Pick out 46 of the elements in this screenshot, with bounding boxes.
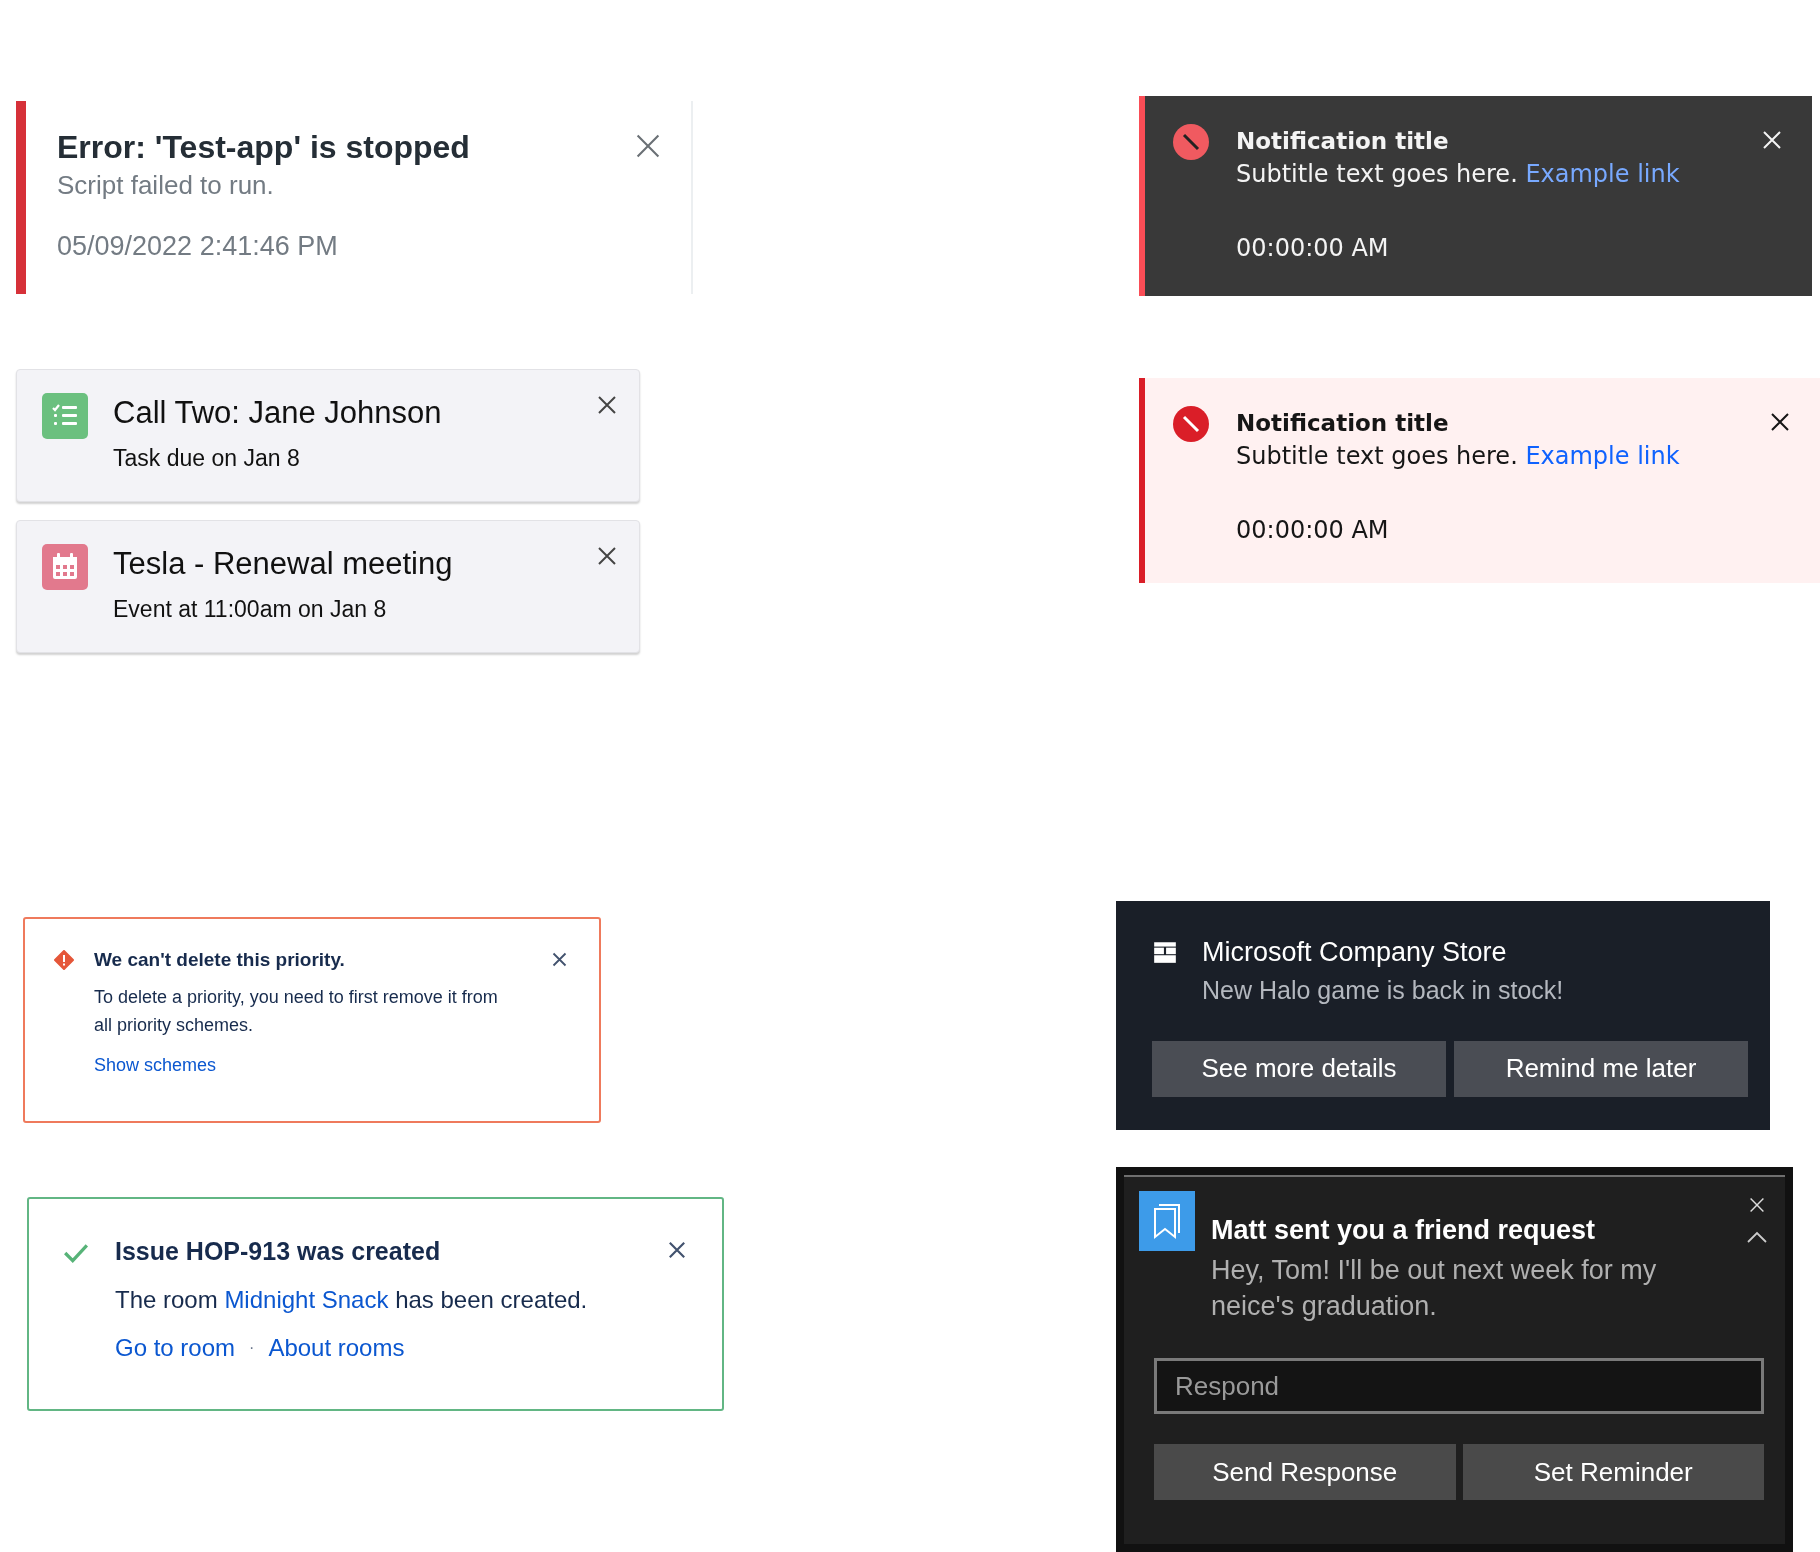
notification-subtitle: Subtitle text goes here. Example link <box>1236 160 1681 188</box>
separator-dot: · <box>249 1339 255 1357</box>
action-link[interactable]: Go to room <box>115 1334 236 1362</box>
flag-title: Issue HOP-913 was created <box>115 1237 442 1266</box>
close-icon[interactable] <box>668 1241 686 1259</box>
toast-title: Matt sent you a friend request <box>1211 1215 1597 1247</box>
action-link[interactable]: Show schemes <box>94 1055 217 1076</box>
reminder-subtitle: Event at 11:00am on Jan 8 <box>113 596 388 623</box>
timestamp: 00:00:00 AM <box>1236 234 1390 262</box>
close-icon[interactable] <box>552 952 567 967</box>
calendar-icon <box>42 544 88 590</box>
flag-message: The room Midnight Snack has been created. <box>115 1286 589 1314</box>
example-link[interactable]: Example link <box>1525 442 1680 471</box>
toast-message: Hey, Tom! I'll be out next week for my neice's graduation. <box>1211 1254 1658 1324</box>
action-link[interactable]: About rooms <box>268 1334 405 1362</box>
reminder-subtitle: Task due on Jan 8 <box>113 445 301 472</box>
notification-title: Notification title <box>1236 410 1450 437</box>
timestamp: 05/09/2022 2:41:46 PM <box>57 231 339 262</box>
example-link[interactable]: Example link <box>1525 160 1680 188</box>
check-icon <box>63 1242 89 1264</box>
error-icon <box>1173 406 1209 443</box>
timestamp: 00:00:00 AM <box>1236 516 1390 545</box>
bookmark-icon <box>1139 1191 1195 1252</box>
error-icon <box>1173 124 1209 160</box>
toast-title: Microsoft Company Store <box>1202 936 1508 968</box>
flag-message: To delete a priority, you need to first remove it from all priority schemes. <box>94 986 499 1037</box>
notification-title: Error: 'Test-app' is stopped <box>57 129 470 166</box>
close-icon[interactable] <box>597 546 617 566</box>
collapse-icon[interactable] <box>1747 1231 1767 1244</box>
toast-button[interactable]: Remind me later <box>1454 1040 1748 1097</box>
toast-button[interactable]: See more details <box>1152 1040 1446 1097</box>
flag-title: We can't delete this priority. <box>94 949 346 971</box>
reminder-title: Call Two: Jane Johnson <box>113 395 443 431</box>
respond-field[interactable]: Respond <box>1154 1358 1764 1415</box>
room-link[interactable]: Midnight Snack <box>224 1286 389 1313</box>
toast-button[interactable]: Set Reminder <box>1462 1444 1764 1501</box>
reminder-title: Tesla - Renewal meeting <box>113 546 454 582</box>
notification-title: Notification title <box>1236 128 1450 154</box>
close-icon[interactable] <box>597 395 617 415</box>
notification-subtitle: Script failed to run. <box>57 170 275 201</box>
close-icon[interactable] <box>1770 412 1790 433</box>
warning-icon <box>54 950 74 970</box>
task-list-icon <box>42 393 88 439</box>
toast-message: New Halo game is back in stock! <box>1202 975 1564 1005</box>
toast-button[interactable]: Send Response <box>1154 1444 1456 1501</box>
notification-subtitle: Subtitle text goes here. Example link <box>1236 442 1681 471</box>
